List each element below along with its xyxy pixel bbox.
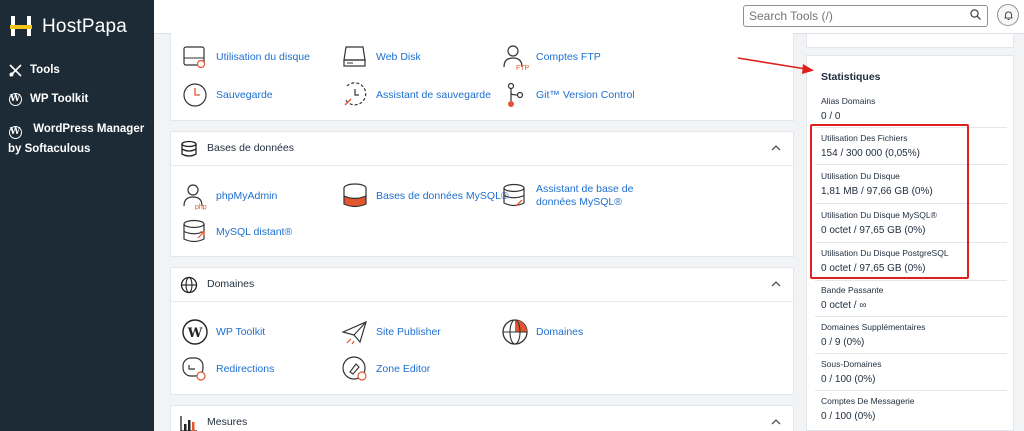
- stat-value: 0 / 100 (0%): [821, 411, 876, 422]
- panel-title: Bases de données: [207, 142, 294, 154]
- stat-value: 0 / 9 (0%): [821, 337, 865, 348]
- search-input[interactable]: [744, 9, 959, 23]
- stat-value: 0 / 100 (0%): [821, 374, 876, 385]
- tool-label: Assistant de sauvegarde: [376, 88, 491, 101]
- previous-widget-bottom: [806, 34, 1014, 48]
- zone-editor-icon: [342, 356, 367, 381]
- sidebar-item-label: Tools: [30, 64, 60, 76]
- mysql-databases-icon: [343, 183, 367, 208]
- stat-label: Alias Domains: [821, 96, 876, 106]
- svg-text:W: W: [187, 326, 203, 341]
- mysql-wizard-icon: [503, 183, 525, 207]
- tool-label: Web Disk: [376, 50, 421, 63]
- sidebar-item-label: WP Toolkit: [30, 93, 89, 105]
- tool-backup-wizard[interactable]: Assistant de sauvegarde: [341, 81, 491, 109]
- tool-backup[interactable]: Sauvegarde: [181, 81, 273, 109]
- tool-git[interactable]: Git™ Version Control: [501, 81, 635, 109]
- chevron-up-icon[interactable]: [771, 143, 781, 153]
- annotation-arrow-icon: [737, 57, 814, 74]
- disk-usage-icon: [183, 46, 206, 69]
- search-box[interactable]: [743, 5, 988, 27]
- brand-name: HostPapa: [42, 16, 128, 37]
- databases-panel: Bases de données php phpMyAdmin Bases de…: [170, 131, 794, 257]
- site-publisher-icon: [341, 320, 367, 345]
- databases-panel-header[interactable]: Bases de données: [171, 132, 793, 166]
- tool-web-disk[interactable]: Web Disk: [341, 43, 421, 71]
- tool-redirects[interactable]: Redirections: [181, 355, 274, 383]
- hostpapa-logo[interactable]: HostPapa: [10, 14, 127, 40]
- tool-ftp-accounts[interactable]: FTP Comptes FTP: [501, 43, 601, 71]
- wordpress-icon: W: [8, 92, 22, 106]
- panel-title: Mesures: [207, 416, 248, 428]
- database-icon: [181, 140, 197, 157]
- files-panel: Utilisation du disque Web Disk FTP Compt…: [170, 33, 794, 121]
- sidebar-item-label: WordPress Manager by Softaculous: [8, 123, 145, 155]
- phpmyadmin-icon: php: [183, 184, 207, 210]
- sidebar: HostPapa Tools W WP Toolkit W WordPress …: [0, 0, 154, 431]
- bar-chart-icon: [180, 416, 197, 431]
- metrics-panel: Mesures: [170, 405, 794, 431]
- domains-icon: [502, 319, 528, 345]
- stat-label: Domaines Supplémentaires: [821, 322, 926, 332]
- tool-label: phpMyAdmin: [216, 189, 278, 202]
- top-bar: [154, 0, 1024, 34]
- ftp-accounts-icon: FTP: [503, 45, 529, 71]
- tools-icon: [8, 63, 22, 77]
- tool-disk-usage[interactable]: Utilisation du disque: [181, 43, 310, 71]
- tool-label: Comptes FTP: [536, 50, 601, 63]
- tool-label: Git™ Version Control: [536, 88, 635, 101]
- tool-domains[interactable]: Domaines: [501, 318, 583, 346]
- web-disk-icon: [343, 46, 366, 67]
- bell-icon: [1004, 10, 1012, 20]
- domains-panel: Domaines W WP Toolkit Site Publisher Dom…: [170, 267, 794, 395]
- tool-mysql-databases[interactable]: Bases de données MySQL®: [341, 182, 509, 210]
- tool-mysql-wizard[interactable]: Assistant de base de données MySQL®: [501, 182, 651, 210]
- chevron-up-icon[interactable]: [771, 279, 781, 289]
- tool-label: MySQL distant®: [216, 225, 293, 238]
- chevron-up-icon[interactable]: [771, 417, 781, 427]
- sidebar-item-wp-toolkit[interactable]: W WP Toolkit: [8, 90, 88, 108]
- backup-icon: [183, 83, 207, 107]
- stat-label: Sous-Domaines: [821, 359, 882, 369]
- tool-label: Sauvegarde: [216, 88, 273, 101]
- stat-value: 0 / 0: [821, 111, 841, 122]
- tool-wp-toolkit[interactable]: W WP Toolkit: [181, 318, 265, 346]
- redirects-icon: [182, 357, 206, 381]
- globe-icon: [180, 276, 198, 294]
- wordpress-icon: W: [182, 319, 208, 345]
- tool-label: Bases de données MySQL®: [376, 189, 509, 202]
- remote-mysql-icon: [183, 219, 205, 243]
- annotation-highlight-box: [810, 124, 969, 279]
- domains-panel-header[interactable]: Domaines: [171, 268, 793, 302]
- tool-label: Zone Editor: [376, 362, 431, 375]
- search-icon[interactable]: [970, 9, 981, 20]
- tool-label: Redirections: [216, 362, 275, 375]
- stat-label: Bande Passante: [821, 285, 884, 295]
- git-icon: [507, 82, 524, 107]
- sidebar-item-wordpress-manager[interactable]: W WordPress Manager by Softaculous: [8, 120, 148, 159]
- tool-zone-editor[interactable]: Zone Editor: [341, 355, 430, 383]
- svg-text:php: php: [195, 204, 207, 210]
- hostpapa-logo-icon: [10, 16, 32, 38]
- stat-label: Comptes De Messagerie: [821, 396, 915, 406]
- tool-phpmyadmin[interactable]: php phpMyAdmin: [181, 182, 277, 210]
- sidebar-item-tools[interactable]: Tools: [8, 61, 60, 79]
- metrics-panel-header[interactable]: Mesures: [171, 406, 793, 431]
- panel-title: Domaines: [207, 278, 255, 290]
- backup-wizard-icon: [344, 82, 367, 106]
- tool-label: Domaines: [536, 325, 584, 338]
- wordpress-icon: W: [8, 126, 22, 139]
- tool-label: Assistant de base de données MySQL®: [536, 183, 634, 208]
- stat-value: 0 octet / ∞: [821, 300, 867, 311]
- tool-remote-mysql[interactable]: MySQL distant®: [181, 218, 292, 246]
- tool-label: WP Toolkit: [216, 325, 266, 338]
- tool-site-publisher[interactable]: Site Publisher: [341, 318, 441, 346]
- notifications-button[interactable]: [997, 4, 1019, 26]
- svg-text:FTP: FTP: [516, 65, 529, 71]
- tool-label: Site Publisher: [376, 325, 441, 338]
- stats-title: Statistiques: [821, 71, 881, 83]
- tool-label: Utilisation du disque: [216, 50, 310, 63]
